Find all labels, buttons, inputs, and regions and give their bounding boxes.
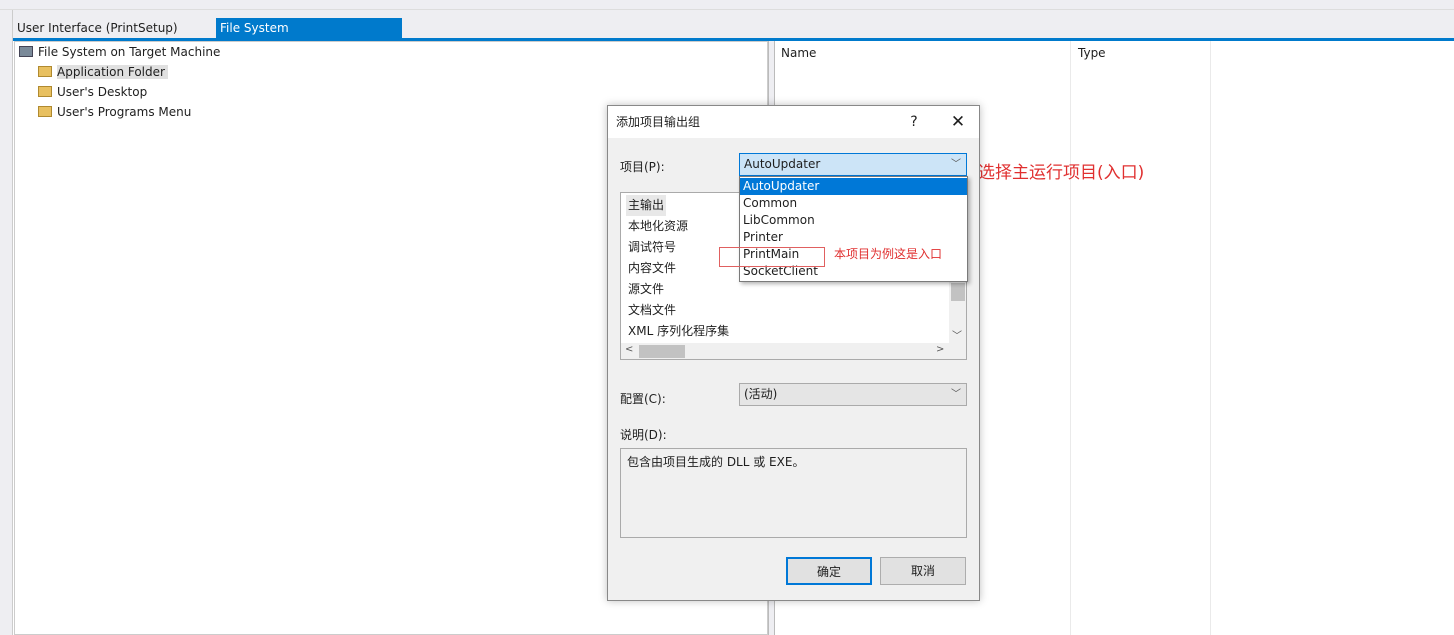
- help-button[interactable]: ?: [904, 106, 924, 138]
- dropdown-option[interactable]: Printer: [740, 229, 967, 246]
- tab-user-interface[interactable]: User Interface (PrintSetup): [13, 18, 182, 39]
- column-header-type[interactable]: Type: [1072, 41, 1106, 65]
- scroll-thumb[interactable]: [639, 345, 685, 358]
- project-select[interactable]: AutoUpdater ﹀: [739, 153, 967, 176]
- tree-item-users-desktop[interactable]: User's Desktop: [38, 82, 147, 102]
- folder-icon: [38, 86, 52, 97]
- tree-label: Application Folder: [57, 65, 168, 79]
- tree-item-application-folder[interactable]: Application Folder: [38, 62, 168, 82]
- toolbar: [0, 0, 1454, 10]
- tree-label: File System on Target Machine: [38, 45, 221, 59]
- list-item[interactable]: 源文件: [628, 279, 664, 300]
- annotation-entry: 本项目为例这是入口: [834, 247, 943, 261]
- side-toolstrip: [0, 10, 13, 635]
- description-label: 说明(D):: [620, 428, 667, 442]
- folder-icon: [38, 66, 52, 77]
- ok-button[interactable]: 确定: [786, 557, 872, 585]
- dropdown-option[interactable]: LibCommon: [740, 212, 967, 229]
- dropdown-option[interactable]: AutoUpdater: [740, 178, 967, 195]
- scroll-thumb[interactable]: [951, 283, 965, 301]
- config-select[interactable]: (活动) ﹀: [739, 383, 967, 406]
- tree-item-users-programs-menu[interactable]: User's Programs Menu: [38, 102, 191, 122]
- chevron-down-icon: ﹀: [951, 159, 961, 170]
- tree-label: User's Programs Menu: [57, 105, 192, 119]
- annotation-main: 选择主运行项目(入口): [978, 163, 1145, 183]
- folder-icon: [38, 106, 52, 117]
- list-item[interactable]: 调试符号: [628, 237, 676, 258]
- column-header-name[interactable]: Name: [775, 41, 816, 65]
- select-value: (活动): [744, 387, 778, 401]
- list-item[interactable]: 内容文件: [628, 258, 676, 279]
- cancel-button[interactable]: 取消: [880, 557, 966, 585]
- computer-icon: [19, 46, 33, 57]
- scroll-right-icon[interactable]: >: [936, 344, 944, 355]
- list-item[interactable]: 主输出: [626, 195, 667, 216]
- scroll-down-icon[interactable]: ﹀: [952, 327, 962, 342]
- tree-label: User's Desktop: [57, 85, 148, 99]
- scroll-left-icon[interactable]: <: [625, 344, 633, 355]
- project-label: 项目(P):: [620, 160, 665, 174]
- tab-file-system[interactable]: File System (PrintSetup) ⊣ ✕: [216, 18, 402, 56]
- list-item[interactable]: 文档文件: [628, 300, 676, 321]
- column-divider[interactable]: [1070, 41, 1071, 635]
- list-item[interactable]: XML 序列化程序集: [628, 321, 729, 342]
- select-value: AutoUpdater: [744, 157, 821, 171]
- document-tabs: User Interface (PrintSetup) File System …: [13, 10, 1454, 56]
- dropdown-option[interactable]: Common: [740, 195, 967, 212]
- list-item[interactable]: 本地化资源: [628, 216, 688, 237]
- chevron-down-icon: ﹀: [951, 389, 961, 400]
- close-button[interactable]: ✕: [943, 106, 973, 138]
- column-divider[interactable]: [1210, 41, 1211, 635]
- config-label: 配置(C):: [620, 392, 666, 406]
- description-box: 包含由项目生成的 DLL 或 EXE。: [620, 448, 967, 538]
- annotation-highlight-box: [719, 247, 825, 267]
- add-project-output-dialog: 添加项目输出组 ? ✕ 项目(P): AutoUpdater ﹀ 主输出 本地化资…: [607, 105, 980, 601]
- description-text: 包含由项目生成的 DLL 或 EXE。: [627, 455, 805, 469]
- tree-root[interactable]: File System on Target Machine: [19, 42, 220, 62]
